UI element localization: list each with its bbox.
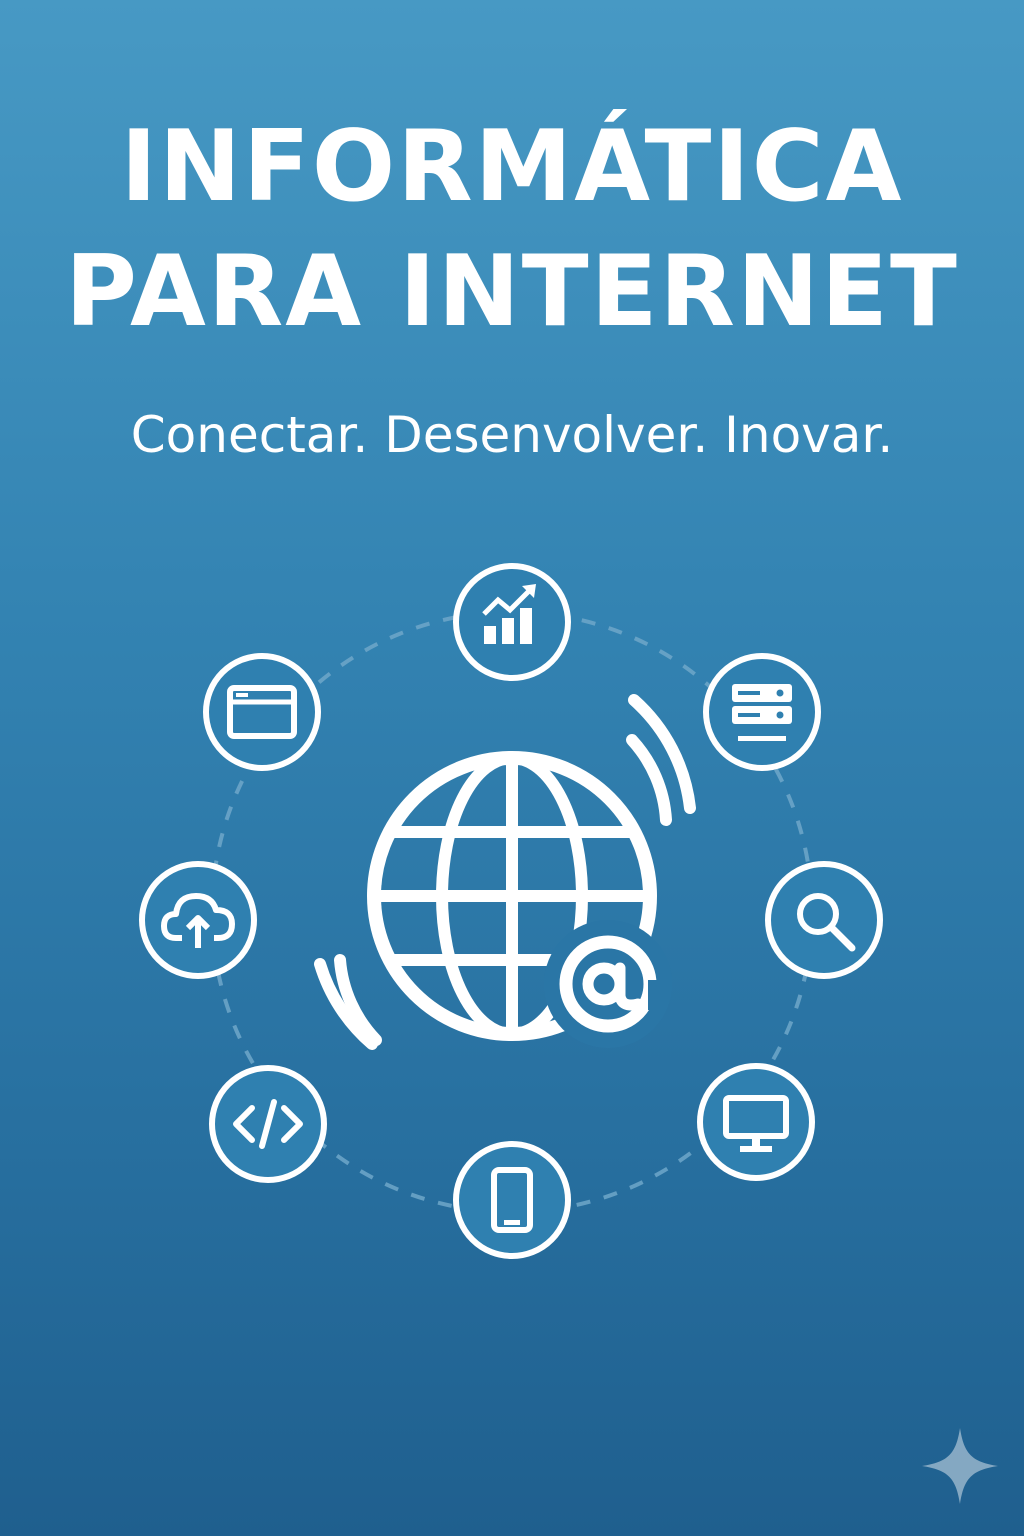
monitor-icon [697, 1063, 815, 1181]
sparkle-icon [922, 1428, 998, 1504]
browser-window-icon [203, 653, 321, 771]
network-hub [139, 563, 883, 1259]
globe-at-icon [314, 694, 696, 1050]
cloud-upload-icon [139, 861, 257, 979]
chart-growth-icon [453, 563, 571, 681]
server-icon [703, 653, 821, 771]
poster: INFORMÁTICA PARA INTERNET Conectar. Dese… [0, 0, 1024, 1536]
smartphone-icon [453, 1141, 571, 1259]
code-icon [209, 1065, 327, 1183]
search-icon [765, 861, 883, 979]
